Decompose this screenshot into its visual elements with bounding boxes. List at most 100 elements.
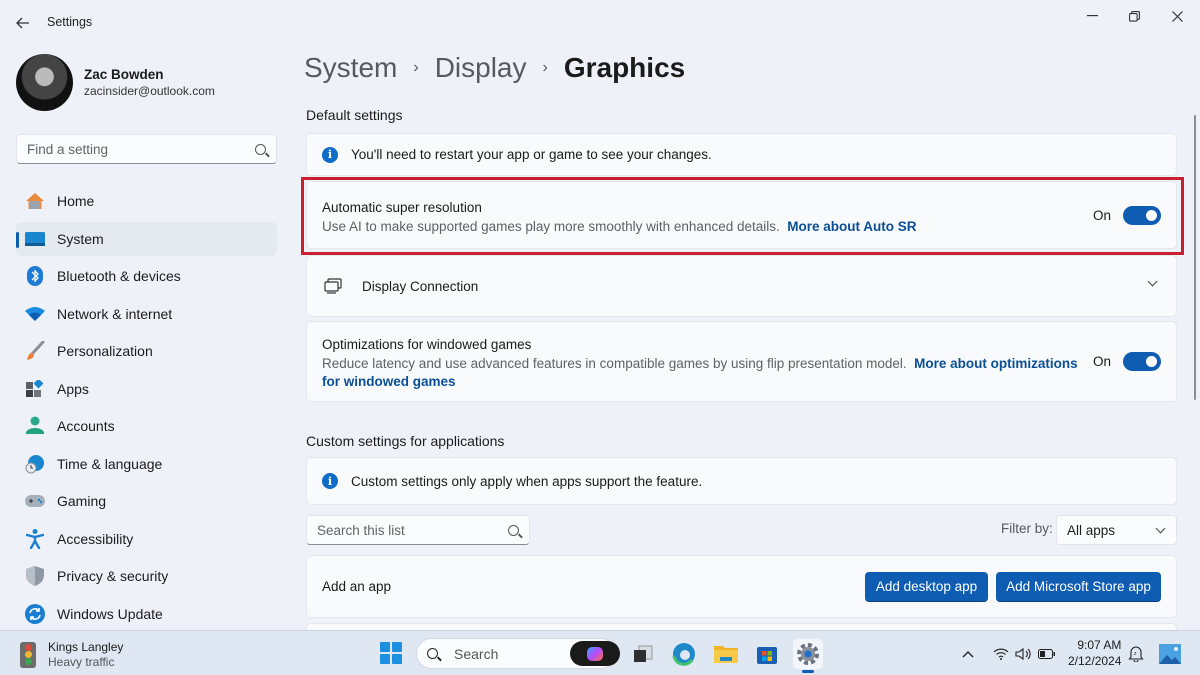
- windowed-games-title: Optimizations for windowed games: [322, 337, 532, 352]
- close-button[interactable]: [1155, 4, 1199, 28]
- wifi-icon: [993, 648, 1009, 660]
- avatar: [16, 54, 73, 111]
- windowed-games-toggle[interactable]: [1123, 352, 1161, 371]
- task-view-icon: [634, 645, 653, 662]
- taskbar-search-label: Search: [454, 645, 499, 662]
- task-view-button[interactable]: [628, 639, 658, 669]
- sidebar-nav: Home System Bluetooth & devices Network …: [16, 184, 277, 634]
- add-desktop-app-button[interactable]: Add desktop app: [865, 572, 988, 602]
- sidebar-item-label: Bluetooth & devices: [57, 268, 181, 284]
- user-profile[interactable]: Zac Bowden zacinsider@outlook.com: [16, 54, 215, 111]
- display-connection-card[interactable]: Display Connection: [306, 255, 1177, 317]
- weather-location: Kings Langley: [48, 640, 124, 654]
- title-bar: Settings: [0, 0, 1200, 44]
- sidebar-item-label: Gaming: [57, 493, 107, 509]
- file-explorer-button[interactable]: [711, 639, 741, 669]
- highlight-box: [301, 177, 1184, 255]
- chevron-up-icon: [962, 650, 974, 657]
- search-list-input[interactable]: [317, 522, 508, 538]
- back-arrow-icon: [16, 17, 29, 29]
- traffic-light-icon: [20, 641, 36, 668]
- breadcrumb-system[interactable]: System: [304, 52, 397, 84]
- sidebar-item-network[interactable]: Network & internet: [16, 297, 277, 331]
- sidebar-item-personalization[interactable]: Personalization: [16, 334, 277, 368]
- custom-info-card: i Custom settings only apply when apps s…: [306, 457, 1177, 505]
- copilot-button[interactable]: [570, 641, 620, 666]
- volume-tray[interactable]: [1015, 631, 1031, 675]
- close-icon: [1171, 10, 1183, 22]
- settings-taskbar-button[interactable]: [793, 639, 823, 673]
- sidebar-item-apps[interactable]: Apps: [16, 372, 277, 406]
- sidebar-item-label: Apps: [57, 380, 89, 397]
- custom-info-text: Custom settings only apply when apps sup…: [351, 473, 703, 489]
- sidebar-item-label: System: [57, 230, 104, 247]
- add-app-label: Add an app: [322, 579, 392, 594]
- notification-bell-icon: z: [1128, 646, 1144, 662]
- wifi-tray[interactable]: [993, 631, 1009, 675]
- default-settings-heading: Default settings: [306, 107, 403, 123]
- sidebar-item-accounts[interactable]: Accounts: [16, 409, 277, 443]
- sidebar-item-label: Windows Update: [57, 605, 163, 622]
- minimize-icon: [1086, 15, 1098, 17]
- back-button[interactable]: [12, 12, 34, 34]
- display-connection-title: Display Connection: [362, 278, 479, 294]
- weather-widget[interactable]: Kings Langley Heavy traffic: [20, 640, 123, 669]
- battery-icon: [1038, 648, 1055, 659]
- search-icon: [427, 648, 438, 659]
- sidebar-item-label: Personalization: [57, 343, 153, 359]
- clock-time: 9:07 AM: [1077, 638, 1122, 652]
- scrollbar[interactable]: [1194, 115, 1196, 400]
- profile-name: Zac Bowden: [84, 67, 164, 82]
- store-button[interactable]: [752, 639, 782, 669]
- breadcrumb-display[interactable]: Display: [435, 52, 527, 84]
- restart-info-card: i You'll need to restart your app or gam…: [306, 133, 1177, 176]
- custom-settings-heading: Custom settings for applications: [306, 433, 505, 449]
- filter-dropdown[interactable]: All apps: [1056, 515, 1177, 545]
- sidebar-item-label: Accounts: [57, 418, 115, 434]
- search-icon: [255, 143, 266, 155]
- restore-button[interactable]: [1112, 4, 1156, 28]
- svg-text:z: z: [1134, 651, 1137, 657]
- store-icon: [757, 647, 777, 664]
- add-store-app-button[interactable]: Add Microsoft Store app: [996, 572, 1161, 602]
- find-setting-input[interactable]: [27, 141, 255, 157]
- shield-icon: [25, 566, 45, 586]
- sidebar-item-home[interactable]: Home: [16, 184, 277, 218]
- person-icon: [25, 416, 45, 436]
- start-button[interactable]: [380, 642, 402, 664]
- sidebar-item-accessibility[interactable]: Accessibility: [16, 522, 277, 556]
- windowed-games-toggle-group: On: [1093, 352, 1161, 371]
- sidebar-item-time-language[interactable]: Time & language: [16, 447, 277, 481]
- notifications-button[interactable]: z: [1128, 631, 1144, 675]
- filter-label: Filter by:: [1001, 521, 1053, 536]
- edge-button[interactable]: [669, 639, 699, 669]
- windows-logo-icon: [380, 642, 390, 652]
- battery-tray[interactable]: [1038, 631, 1056, 675]
- update-icon: [25, 603, 45, 624]
- profile-email: zacinsider@outlook.com: [84, 84, 215, 98]
- taskbar: Kings Langley Heavy traffic Search 9:07 …: [0, 630, 1200, 675]
- sidebar-item-system[interactable]: System: [16, 221, 277, 256]
- search-list-box[interactable]: [306, 515, 530, 545]
- show-hidden-icons[interactable]: [962, 631, 974, 675]
- accessibility-icon: [25, 528, 45, 549]
- wallpaper-widget[interactable]: [1159, 631, 1181, 675]
- find-setting-box[interactable]: [16, 134, 277, 164]
- sidebar-item-label: Network & internet: [57, 305, 173, 322]
- search-icon: [508, 524, 519, 536]
- edge-icon: [672, 643, 695, 666]
- info-icon: i: [322, 146, 338, 163]
- sidebar-item-gaming[interactable]: Gaming: [16, 484, 277, 518]
- volume-icon: [1015, 647, 1031, 660]
- sidebar-item-bluetooth[interactable]: Bluetooth & devices: [16, 259, 277, 293]
- windowed-games-card: Optimizations for windowed games Reduce …: [306, 321, 1177, 402]
- sidebar-item-privacy[interactable]: Privacy & security: [16, 559, 277, 593]
- minimize-button[interactable]: [1070, 4, 1114, 28]
- folder-icon: [714, 646, 738, 663]
- globe-clock-icon: [25, 454, 45, 474]
- clock[interactable]: 9:07 AM 2/12/2024: [1068, 637, 1121, 669]
- sidebar-item-windows-update[interactable]: Windows Update: [16, 597, 277, 631]
- windowed-games-description: Reduce latency and use advanced features…: [322, 355, 1082, 391]
- filter-value: All apps: [1067, 522, 1116, 538]
- chevron-right-icon: ›: [413, 59, 419, 76]
